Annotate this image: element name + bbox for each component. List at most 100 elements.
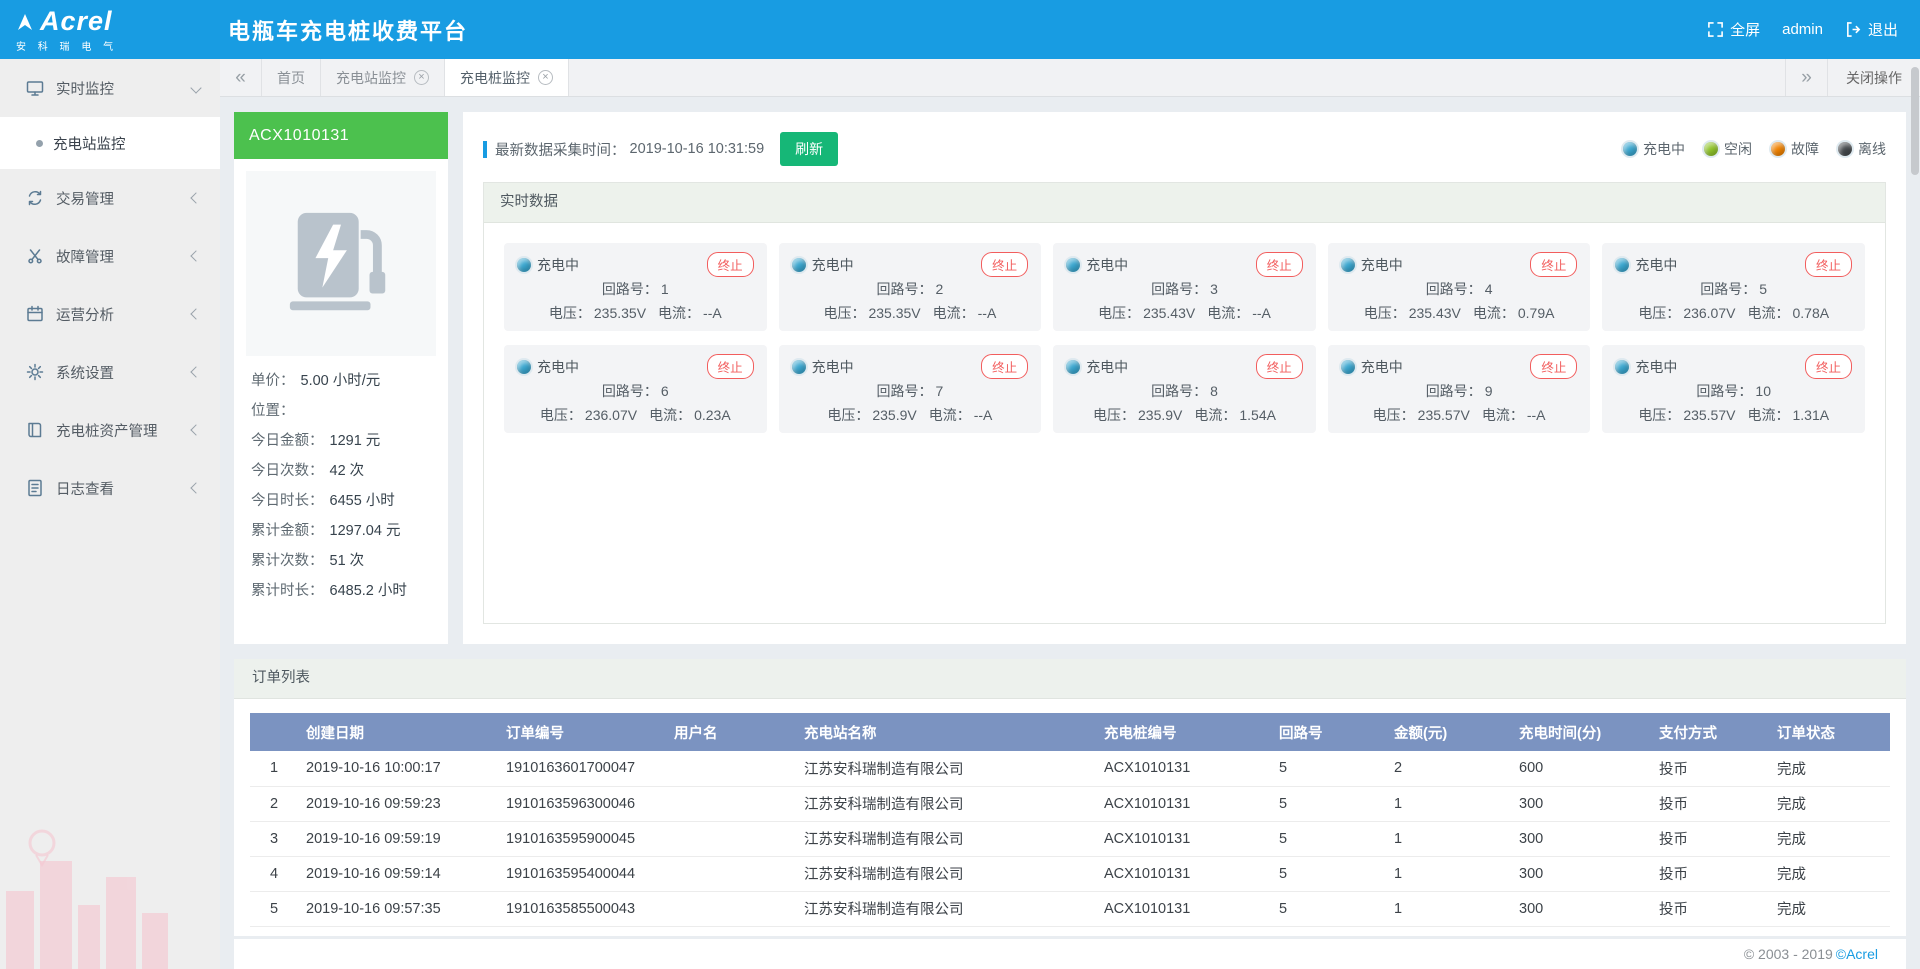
app-root: Acrel 安 科 瑞 电 气 电瓶车充电桩收费平台 全屏 admin 退出 实… [0,0,1920,969]
current-label: 电流： [1747,407,1789,423]
status-dot [1771,142,1785,156]
station-stat: 位置： [251,396,436,426]
channel-status: 充电中 [1066,357,1128,377]
status-dot [1704,142,1718,156]
current-value: 0.23A [694,407,731,423]
acrel-link[interactable]: ©Acrel [1836,946,1878,962]
stop-button[interactable]: 终止 [1256,252,1303,277]
close-operations-button[interactable]: 关闭操作 [1827,59,1920,96]
stat-label: 累计金额： [251,523,324,539]
column-header: 充电桩编号 [1096,713,1271,751]
stat-value: 1291 元 [330,433,381,449]
sidebar-subitem-station-monitor[interactable]: 充电站监控 [0,117,220,169]
charging-status-dot [1341,360,1355,374]
cell-pile-no: ACX1010131 [1096,751,1271,786]
voltage-label: 电压： [1373,407,1415,423]
legend-label: 离线 [1858,139,1886,159]
legend-item: 故障 [1771,139,1819,159]
stop-button[interactable]: 终止 [1530,252,1577,277]
monitor-topbar: 最新数据采集时间： 2019-10-16 10:31:59 刷新 充电中 [483,132,1886,166]
channel-status-label: 充电中 [812,357,854,377]
column-header: 支付方式 [1651,713,1769,751]
circuit-line: 回路号：2 [792,278,1029,301]
tabs-scroll-left-button[interactable]: « [220,59,262,96]
scrollbar-thumb[interactable] [1911,67,1919,175]
scrollbar[interactable] [1911,59,1919,969]
cell-index: 1 [250,751,298,786]
sidebar-item-label: 日志查看 [56,478,114,499]
cell-circuit: 5 [1271,856,1386,891]
stop-button[interactable]: 终止 [981,354,1028,379]
legend-item: 充电中 [1623,139,1685,159]
cell-amount: 1 [1386,856,1511,891]
stop-button[interactable]: 终止 [981,252,1028,277]
refresh-button[interactable]: 刷新 [780,132,838,166]
cell-minutes: 300 [1511,821,1651,856]
cell-order-no: 1910163595900045 [498,821,666,856]
chevron-left-icon [190,482,201,493]
cell-circuit: 5 [1271,786,1386,821]
table-row: 2 2019-10-16 09:59:23 1910163596300046 江… [250,786,1890,821]
stop-button[interactable]: 终止 [707,252,754,277]
user-menu[interactable]: admin [1782,21,1823,38]
station-stat: 累计次数：51 次 [251,546,436,576]
tab-station-monitor[interactable]: 充电站监控 × [321,59,445,96]
sidebar-subitem-label: 充电站监控 [53,133,126,154]
sidebar-item-operation-analysis[interactable]: 运营分析 [0,285,220,343]
cell-created: 2019-10-16 09:59:19 [298,821,498,856]
page-title: 电瓶车充电桩收费平台 [228,14,468,46]
stat-label: 累计时长： [251,583,324,599]
current-label: 电流： [929,407,971,423]
station-stat: 累计时长：6485.2 小时 [251,576,436,606]
channel-card: 充电中 终止 回路号：3 [1053,243,1316,331]
voltage-label: 电压： [823,305,865,321]
column-header: 订单状态 [1769,713,1890,751]
channel-status: 充电中 [1615,357,1677,377]
close-icon[interactable]: × [414,70,429,85]
circuit-value: 5 [1759,281,1767,297]
cell-username [666,751,796,786]
stop-button[interactable]: 终止 [1530,354,1577,379]
cell-index: 4 [250,856,298,891]
legend-item: 空闲 [1704,139,1752,159]
sidebar-item-system-settings[interactable]: 系统设置 [0,343,220,401]
legend-label: 充电中 [1643,139,1685,159]
current-value: --A [1252,305,1271,321]
column-header: 回路号 [1271,713,1386,751]
brand-name: Acrel [40,6,113,37]
current-value: 0.79A [1518,305,1555,321]
cell-circuit: 5 [1271,821,1386,856]
current-value: --A [974,407,993,423]
legend-item: 离线 [1838,139,1886,159]
stop-button[interactable]: 终止 [1256,354,1303,379]
close-icon[interactable]: × [538,70,553,85]
circuit-value: 2 [935,281,943,297]
charger-icon [282,205,400,323]
stop-button[interactable]: 终止 [707,354,754,379]
sidebar-item-faults[interactable]: 故障管理 [0,227,220,285]
sidebar-item-logs[interactable]: 日志查看 [0,459,220,517]
current-label: 电流： [658,305,700,321]
stop-button[interactable]: 终止 [1805,252,1852,277]
sidebar-item-pile-assets[interactable]: 充电桩资产管理 [0,401,220,459]
voltage-value: 236.07V [585,407,637,423]
voltage-current-line: 电压：235.9V电流：--A [792,404,1029,427]
chevron-left-icon [190,192,201,203]
tab-pile-monitor[interactable]: 充电桩监控 × [445,59,569,96]
stat-value: 42 次 [330,463,365,479]
sidebar-item-realtime-monitor[interactable]: 实时监控 [0,59,220,117]
cell-station-name: 江苏安科瑞制造有限公司 [796,821,1096,856]
cell-created: 2019-10-16 09:59:23 [298,786,498,821]
column-header: 充电站名称 [796,713,1096,751]
fullscreen-button[interactable]: 全屏 [1707,19,1760,40]
tabs-scroll-right-button[interactable]: » [1785,59,1827,96]
sidebar-item-transactions[interactable]: 交易管理 [0,169,220,227]
brand-subtitle: 安 科 瑞 电 气 [16,38,222,53]
logout-button[interactable]: 退出 [1845,19,1898,40]
charging-status-dot [517,258,531,272]
collect-time-value: 2019-10-16 10:31:59 [630,141,765,157]
channel-card: 充电中 终止 回路号：10 [1602,345,1865,433]
stat-label: 累计次数： [251,553,324,569]
stop-button[interactable]: 终止 [1805,354,1852,379]
tab-home[interactable]: 首页 [262,59,321,96]
